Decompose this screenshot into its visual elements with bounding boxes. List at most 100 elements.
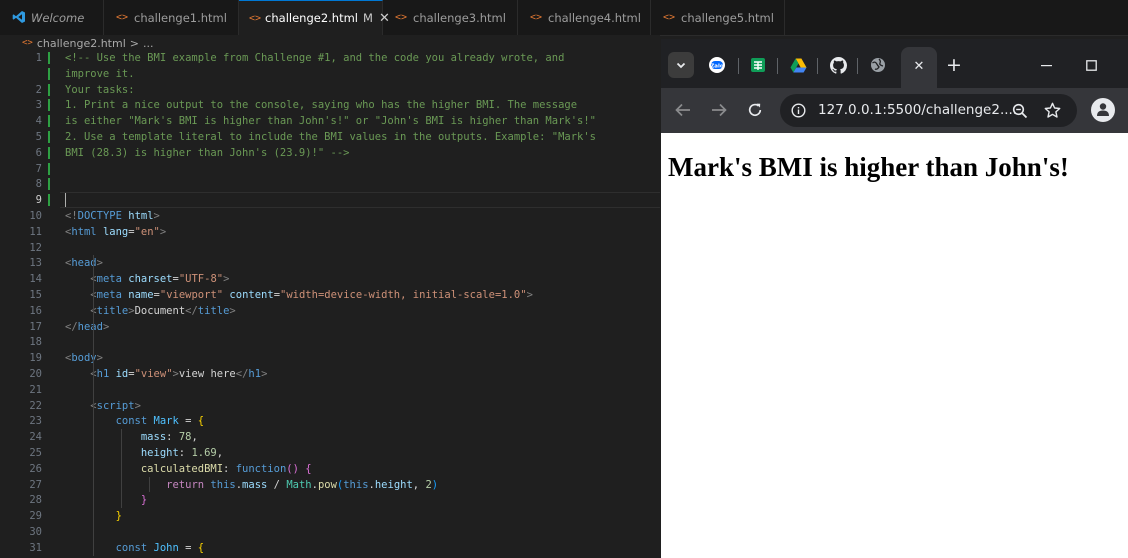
- browser-tab-sheets[interactable]: [745, 52, 771, 78]
- address-bar[interactable]: 127.0.0.1:5500/challenge2....: [780, 94, 1077, 127]
- code-token: html: [71, 225, 97, 238]
- git-modified-marker: [48, 115, 50, 128]
- code-line[interactable]: 20 <h1 id="view">view here</h1>: [0, 366, 660, 382]
- code-line[interactable]: 4 is either "Mark's BMI is higher than Jo…: [0, 113, 660, 129]
- code-line[interactable]: 29 }: [0, 508, 660, 524]
- line-number: 7: [35, 162, 42, 175]
- code-line[interactable]: 30: [0, 524, 660, 540]
- code-line[interactable]: 10 <!DOCTYPE html>: [0, 208, 660, 224]
- text-caret: [65, 193, 66, 208]
- code-line[interactable]: 26 calculatedBMI: function() {: [0, 461, 660, 477]
- breadcrumb-more[interactable]: ...: [143, 37, 154, 50]
- code-line[interactable]: 6 BMI (28.3) is higher than John's (23.9)…: [0, 145, 660, 161]
- line-number: 1: [35, 52, 42, 64]
- code-text: <body>: [65, 350, 103, 366]
- info-icon[interactable]: [791, 103, 806, 118]
- profile-button[interactable]: [1091, 98, 1115, 122]
- code-line[interactable]: 21: [0, 382, 660, 398]
- close-icon[interactable]: ✕: [901, 59, 937, 74]
- code-line[interactable]: improve it.: [0, 66, 660, 82]
- code-line[interactable]: 28 }: [0, 492, 660, 508]
- code-line[interactable]: 18: [0, 334, 660, 350]
- code-token: >: [96, 352, 103, 365]
- code-token: :: [166, 431, 179, 444]
- indent-guide: [121, 429, 122, 509]
- code-line[interactable]: 12: [0, 240, 660, 256]
- code-text: const John = {: [65, 540, 205, 556]
- code-token: "width=device-width, initial-scale=1.0": [280, 289, 527, 301]
- back-arrow-icon[interactable]: [675, 103, 691, 117]
- code-line[interactable]: 14 <meta charset="UTF-8">: [0, 271, 660, 287]
- code-token: DOCTYPE: [77, 210, 122, 222]
- line-number: 17: [29, 320, 42, 333]
- browser-tab-zalo[interactable]: Zalo: [704, 52, 730, 78]
- code-line[interactable]: 15 <meta name="viewport" content="width=…: [0, 287, 660, 303]
- tab-label: challenge4.html: [548, 10, 641, 25]
- code-line[interactable]: 5 2. Use a template literal to include th…: [0, 129, 660, 145]
- code-token: <!: [65, 210, 78, 222]
- indent-guide: [149, 476, 150, 493]
- code-token: /: [267, 478, 287, 491]
- code-token: 78: [178, 431, 192, 444]
- tab-challenge2[interactable]: <> challenge2.html M ✕: [239, 0, 390, 35]
- code-line[interactable]: 7: [0, 161, 660, 177]
- tab-challenge5[interactable]: <> challenge5.html: [651, 0, 785, 35]
- line-number: 9: [35, 194, 42, 207]
- maximize-icon[interactable]: [1086, 60, 1097, 71]
- code-token: }: [140, 494, 148, 507]
- tab-search-button[interactable]: [668, 52, 694, 78]
- code-token: (): [286, 462, 299, 475]
- code-token: script: [96, 399, 135, 412]
- code-line[interactable]: 11 <html lang="en">: [0, 224, 660, 240]
- git-modified-marker: [48, 67, 50, 80]
- line-number: 4: [35, 115, 42, 128]
- code-line[interactable]: 2 Your tasks:: [0, 82, 660, 98]
- browser-tab-github[interactable]: [825, 52, 851, 78]
- code-line[interactable]: 16 <title>Document</title>: [0, 303, 660, 319]
- code-token: Document: [134, 304, 186, 317]
- tab-challenge1[interactable]: <> challenge1.html: [104, 0, 239, 35]
- new-tab-button[interactable]: +: [946, 54, 962, 76]
- code-token: view here: [178, 368, 236, 380]
- bookmark-star-icon[interactable]: [1044, 102, 1061, 119]
- browser-tab-active[interactable]: ✕: [901, 47, 937, 88]
- tab-challenge3[interactable]: <> challenge3.html: [383, 0, 518, 35]
- code-text: height: 1.69,: [65, 445, 223, 461]
- code-token: =: [178, 415, 198, 428]
- browser-tab-drive[interactable]: [785, 52, 811, 78]
- code-line[interactable]: 19 <body>: [0, 350, 660, 366]
- code-line[interactable]: 9: [0, 192, 660, 208]
- git-modified-marker: [48, 52, 50, 64]
- code-token: improve it.: [65, 67, 135, 80]
- code-editor[interactable]: 1 <!-- Use the BMI example from Challenge…: [0, 51, 660, 558]
- code-line[interactable]: 13 <head>: [0, 255, 660, 271]
- minimize-icon[interactable]: [1041, 65, 1053, 67]
- code-token: id: [115, 368, 129, 380]
- tab-welcome[interactable]: Welcome: [0, 0, 104, 35]
- code-token: "en": [134, 225, 160, 238]
- browser-tab-site[interactable]: [865, 52, 891, 78]
- line-number: 19: [29, 352, 42, 365]
- code-text: BMI (28.3) is higher than John's (23.9)!…: [65, 145, 349, 161]
- zoom-icon[interactable]: [1012, 103, 1028, 119]
- tab-challenge4[interactable]: <> challenge4.html: [518, 0, 651, 35]
- code-line[interactable]: 3 1. Print a nice output to the console, …: [0, 97, 660, 113]
- code-line[interactable]: 27 return this.mass / Math.pow(this.heig…: [0, 477, 660, 493]
- breadcrumb-file[interactable]: challenge2.html: [37, 37, 126, 50]
- line-number: 27: [29, 478, 42, 491]
- tab-divider: [817, 58, 818, 74]
- code-line[interactable]: 25 height: 1.69,: [0, 445, 660, 461]
- code-line[interactable]: 22 <script>: [0, 398, 660, 414]
- code-text: calculatedBMI: function() {: [65, 461, 312, 477]
- code-line[interactable]: 17 </head>: [0, 319, 660, 335]
- code-line[interactable]: 1 <!-- Use the BMI example from Challenge…: [0, 51, 660, 66]
- code-token: {: [305, 462, 312, 475]
- reload-icon[interactable]: [747, 102, 763, 118]
- forward-arrow-icon[interactable]: [711, 103, 727, 117]
- code-line[interactable]: 23 const Mark = {: [0, 413, 660, 429]
- code-line[interactable]: 8: [0, 176, 660, 192]
- code-line[interactable]: 24 mass: 78,: [0, 429, 660, 445]
- code-line[interactable]: 31 const John = {: [0, 540, 660, 556]
- code-token: name: [128, 289, 154, 301]
